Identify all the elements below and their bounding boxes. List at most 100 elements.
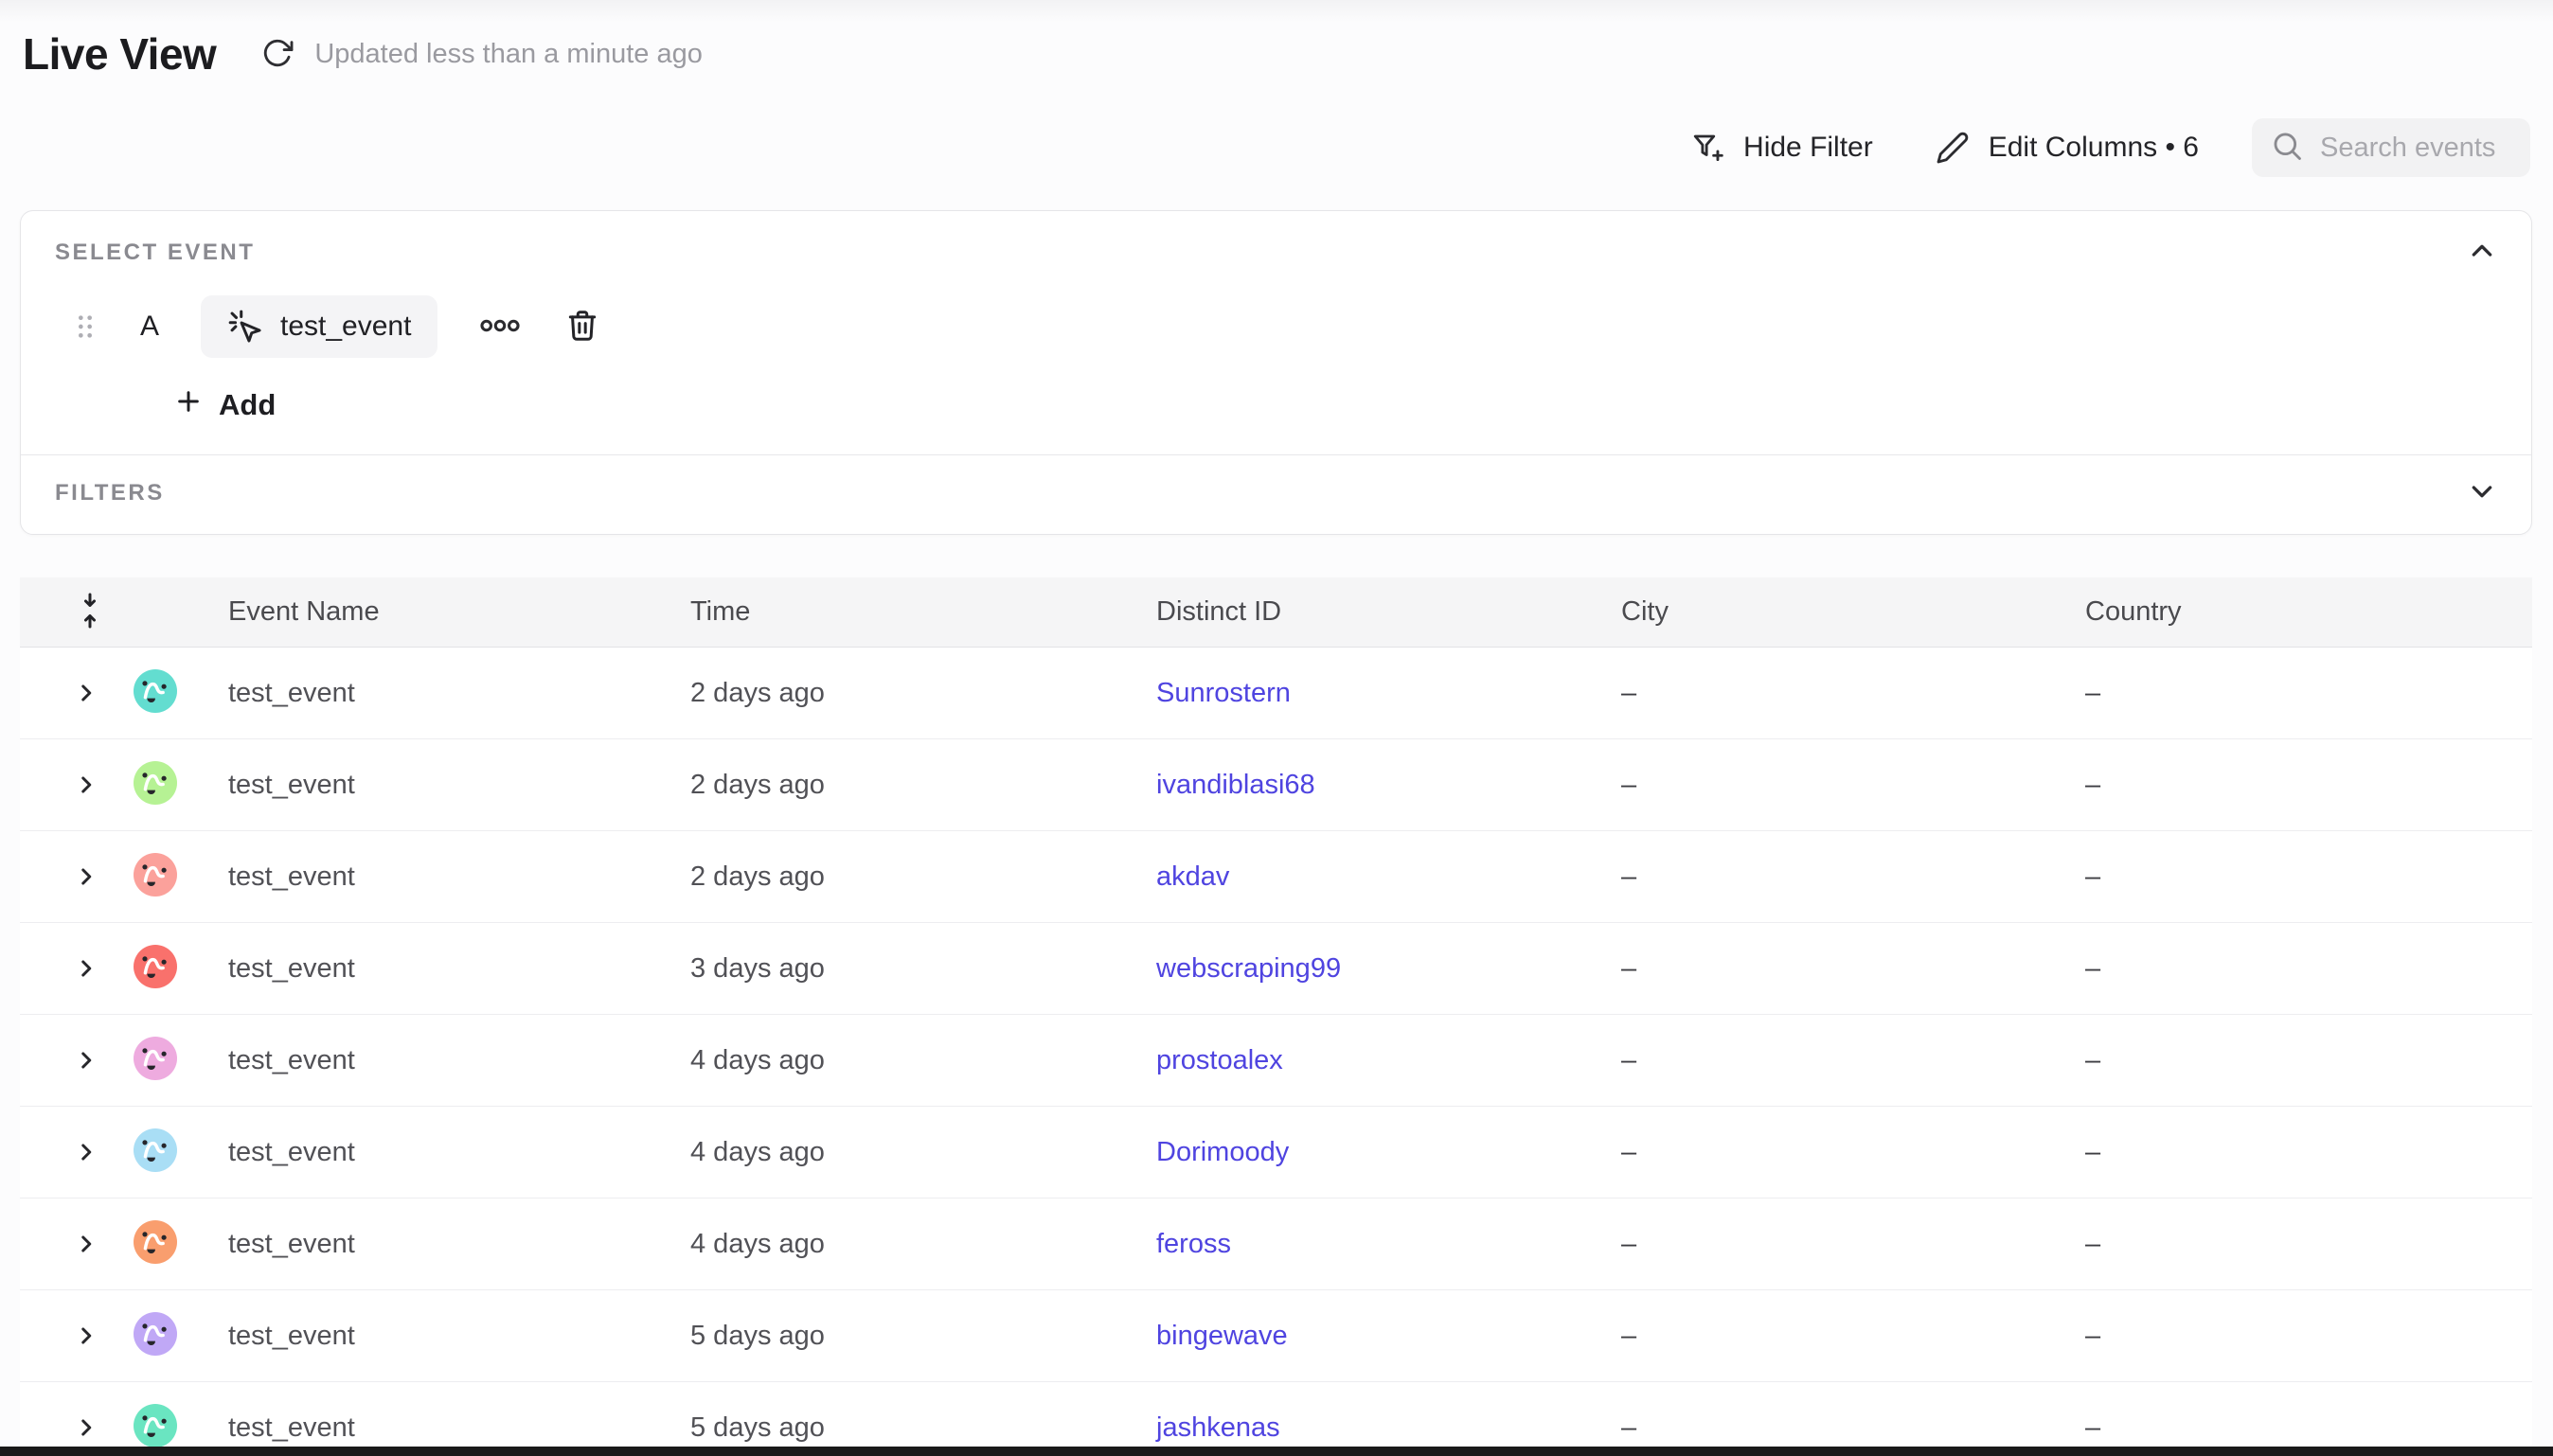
country-cell: – — [2085, 861, 2532, 893]
event-name-cell: test_event — [228, 861, 690, 893]
col-header-event-name[interactable]: Event Name — [228, 596, 690, 628]
table-header-row: Event Name Time Distinct ID City Country — [20, 577, 2532, 648]
collapse-all-rows-button[interactable] — [74, 589, 106, 635]
user-avatar — [134, 853, 177, 897]
top-edge — [0, 0, 2553, 23]
expand-row-icon[interactable] — [74, 864, 98, 889]
expand-row-icon[interactable] — [74, 1140, 98, 1164]
expand-row-icon[interactable] — [74, 772, 98, 797]
distinct-id-link[interactable]: Sunrostern — [1156, 678, 1291, 708]
hide-filter-button[interactable]: Hide Filter — [1690, 131, 1873, 165]
cursor-click-icon — [227, 309, 263, 345]
expand-filters-button[interactable] — [2467, 476, 2497, 509]
event-name-cell: test_event — [228, 953, 690, 985]
table-row[interactable]: test_event 3 days ago webscraping99 – – — [20, 923, 2532, 1015]
select-event-label: SELECT EVENT — [55, 240, 255, 266]
time-cell: 5 days ago — [690, 1321, 1156, 1352]
table-row[interactable]: test_event 4 days ago Dorimoody – – — [20, 1107, 2532, 1199]
drag-handle-icon[interactable] — [72, 311, 98, 343]
event-name-cell: test_event — [228, 770, 690, 801]
country-cell: – — [2085, 1321, 2532, 1352]
table-row[interactable]: test_event 5 days ago bingewave – – — [20, 1290, 2532, 1382]
edit-columns-button[interactable]: Edit Columns • 6 — [1936, 131, 2199, 165]
country-cell: – — [2085, 1412, 2532, 1444]
table-row[interactable]: test_event 4 days ago feross – – — [20, 1199, 2532, 1290]
filters-label: FILTERS — [55, 480, 165, 506]
time-cell: 2 days ago — [690, 861, 1156, 893]
hide-filter-label: Hide Filter — [1743, 132, 1873, 164]
event-name-cell: test_event — [228, 1412, 690, 1444]
add-event-button[interactable]: Add — [173, 386, 276, 424]
refresh-button[interactable] — [261, 37, 294, 72]
col-header-time[interactable]: Time — [690, 596, 1156, 628]
col-header-country[interactable]: Country — [2085, 596, 2532, 628]
user-avatar — [134, 1312, 177, 1356]
distinct-id-link[interactable]: ivandiblasi68 — [1156, 770, 1315, 800]
distinct-id-link[interactable]: prostoalex — [1156, 1045, 1283, 1075]
city-cell: – — [1621, 1045, 2085, 1076]
event-select-button[interactable]: test_event — [201, 295, 437, 358]
table-row[interactable]: test_event 2 days ago akdav – – — [20, 831, 2532, 923]
country-cell: – — [2085, 770, 2532, 801]
table-row[interactable]: test_event 5 days ago jashkenas – – — [20, 1382, 2532, 1456]
city-cell: – — [1621, 953, 2085, 985]
trash-icon — [564, 308, 600, 346]
expand-row-icon[interactable] — [74, 1048, 98, 1073]
expand-row-icon[interactable] — [74, 1415, 98, 1440]
search-icon — [2271, 130, 2303, 167]
filter-plus-icon — [1690, 131, 1724, 165]
page-header: Live View Updated less than a minute ago — [23, 28, 703, 80]
time-cell: 4 days ago — [690, 1045, 1156, 1076]
page-title: Live View — [23, 28, 216, 80]
expand-row-icon[interactable] — [74, 956, 98, 981]
expand-row-icon[interactable] — [74, 681, 98, 705]
collapse-select-event-button[interactable] — [2467, 236, 2497, 269]
distinct-id-link[interactable]: feross — [1156, 1229, 1231, 1259]
country-cell: – — [2085, 678, 2532, 709]
expand-row-icon[interactable] — [74, 1232, 98, 1256]
chevron-up-icon — [2467, 236, 2497, 269]
user-avatar — [134, 761, 177, 805]
user-avatar — [134, 1404, 177, 1447]
country-cell: – — [2085, 1045, 2532, 1076]
col-header-distinct-id[interactable]: Distinct ID — [1156, 596, 1621, 628]
city-cell: – — [1621, 770, 2085, 801]
event-name-cell: test_event — [228, 678, 690, 709]
add-label: Add — [219, 388, 276, 422]
col-header-city[interactable]: City — [1621, 596, 2085, 628]
search-input[interactable] — [2320, 133, 2513, 164]
distinct-id-link[interactable]: bingewave — [1156, 1321, 1288, 1351]
city-cell: – — [1621, 1412, 2085, 1444]
edit-columns-label: Edit Columns • 6 — [1989, 132, 2199, 164]
search-events-box[interactable] — [2252, 118, 2530, 177]
distinct-id-link[interactable]: Dorimoody — [1156, 1137, 1289, 1167]
city-cell: – — [1621, 1229, 2085, 1260]
time-cell: 2 days ago — [690, 678, 1156, 709]
user-avatar — [134, 669, 177, 713]
pencil-icon — [1936, 131, 1970, 165]
user-avatar — [134, 1220, 177, 1264]
distinct-id-link[interactable]: jashkenas — [1156, 1412, 1280, 1443]
user-avatar — [134, 1128, 177, 1172]
distinct-id-link[interactable]: webscraping99 — [1156, 953, 1341, 984]
table-row[interactable]: test_event 2 days ago Sunrostern – – — [20, 648, 2532, 739]
distinct-id-link[interactable]: akdav — [1156, 861, 1229, 892]
events-table: Event Name Time Distinct ID City Country… — [20, 577, 2532, 1456]
collapse-vertical-icon — [74, 589, 106, 635]
delete-event-button[interactable] — [561, 304, 604, 350]
country-cell: – — [2085, 1137, 2532, 1168]
expand-row-icon[interactable] — [74, 1323, 98, 1348]
city-cell: – — [1621, 1321, 2085, 1352]
time-cell: 2 days ago — [690, 770, 1156, 801]
event-name-label: test_event — [280, 311, 411, 343]
viewport-bottom-edge — [0, 1447, 2553, 1456]
country-cell: – — [2085, 953, 2532, 985]
event-name-cell: test_event — [228, 1321, 690, 1352]
table-row[interactable]: test_event 2 days ago ivandiblasi68 – – — [20, 739, 2532, 831]
more-options-button[interactable] — [473, 312, 527, 342]
refresh-icon — [261, 37, 294, 72]
table-row[interactable]: test_event 4 days ago prostoalex – – — [20, 1015, 2532, 1107]
city-cell: – — [1621, 1137, 2085, 1168]
filters-section: FILTERS — [21, 455, 2531, 534]
select-event-section: SELECT EVENT A test_event — [21, 211, 2531, 454]
